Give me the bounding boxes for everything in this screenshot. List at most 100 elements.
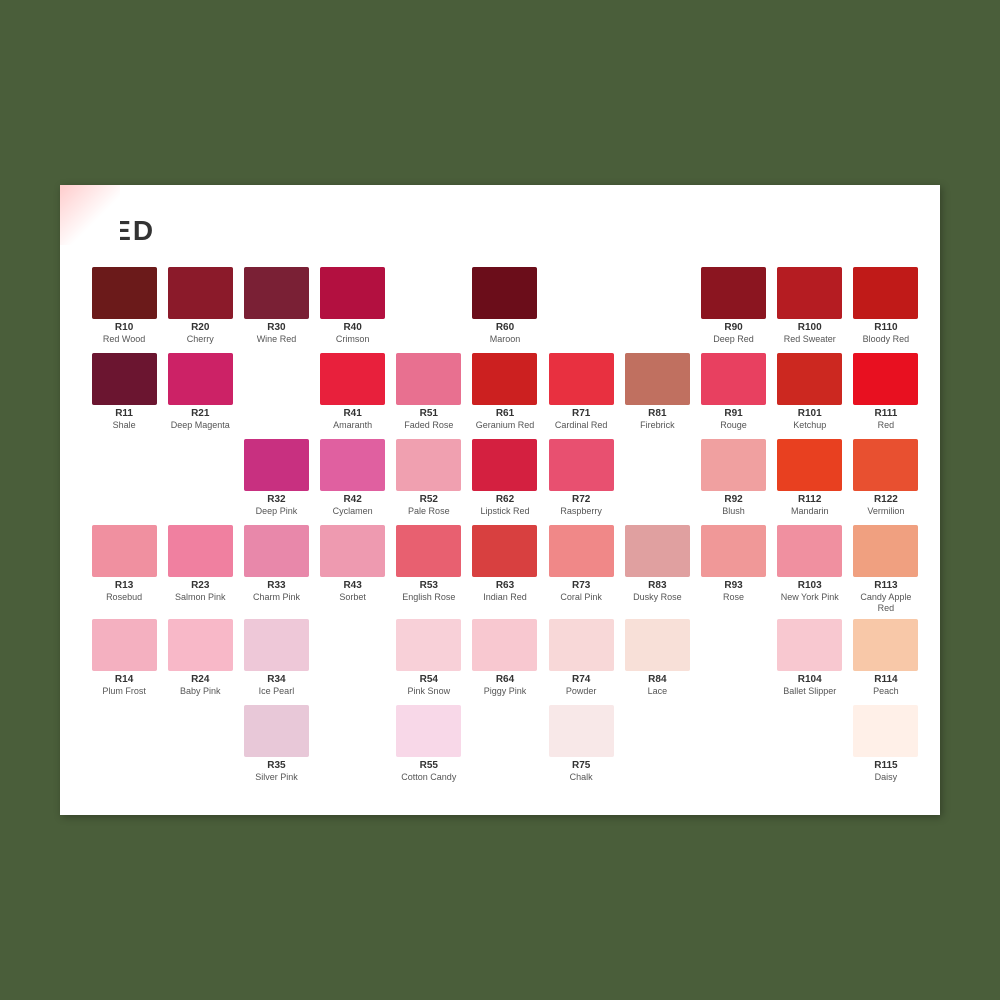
color-name: Ballet Slipper	[783, 686, 836, 697]
color-name: Indian Red	[483, 592, 527, 603]
color-swatch	[320, 353, 385, 405]
color-code: R54	[420, 674, 438, 686]
color-name: Cherry	[187, 334, 214, 345]
color-code: R20	[191, 322, 209, 334]
color-name: Red Sweater	[784, 334, 836, 345]
color-code: R32	[267, 494, 285, 506]
color-cell: R30Wine Red	[242, 267, 310, 345]
color-grid: R10Red WoodR20CherryR30Wine RedR40Crimso…	[90, 267, 920, 786]
color-swatch	[244, 267, 309, 319]
color-name: Lipstick Red	[480, 506, 529, 517]
color-swatch	[168, 353, 233, 405]
color-swatch	[396, 619, 461, 671]
color-name: Rosebud	[106, 592, 142, 603]
color-swatch	[853, 525, 918, 577]
color-cell: R84Lace	[623, 619, 691, 697]
color-name: Daisy	[875, 772, 898, 783]
color-swatch	[396, 525, 461, 577]
color-name: Crimson	[336, 334, 370, 345]
color-name: Red Wood	[103, 334, 145, 345]
color-cell: R75Chalk	[547, 705, 615, 783]
color-code: R81	[648, 408, 666, 420]
color-name: Mandarin	[791, 506, 829, 517]
color-name: Bloody Red	[863, 334, 910, 345]
color-name: Cyclamen	[333, 506, 373, 517]
color-name: Silver Pink	[255, 772, 298, 783]
color-cell	[319, 619, 384, 699]
color-cell: R24Baby Pink	[166, 619, 234, 697]
color-code: R110	[874, 322, 897, 334]
color-code: R61	[496, 408, 514, 420]
color-swatch	[549, 705, 614, 757]
color-name: English Rose	[402, 592, 455, 603]
color-code: R40	[343, 322, 361, 334]
color-code: R92	[724, 494, 742, 506]
color-cell: R34Ice Pearl	[242, 619, 310, 697]
color-code: R91	[724, 408, 742, 420]
color-name: Maroon	[490, 334, 521, 345]
color-cell: R32Deep Pink	[242, 439, 310, 517]
color-name: Coral Pink	[560, 592, 602, 603]
color-cell: R113Candy Apple Red	[852, 525, 920, 614]
color-cell: R91Rouge	[699, 353, 767, 431]
color-swatch	[549, 525, 614, 577]
color-swatch	[168, 619, 233, 671]
color-name: Deep Pink	[256, 506, 298, 517]
color-code: R122	[874, 494, 898, 506]
color-name: Ice Pearl	[259, 686, 295, 697]
color-cell	[319, 705, 384, 785]
color-cell: R33Charm Pink	[242, 525, 310, 603]
color-code: R41	[343, 408, 361, 420]
color-code: R64	[496, 674, 514, 686]
color-code: R73	[572, 580, 590, 592]
color-swatch	[853, 267, 918, 319]
color-code: R62	[496, 494, 514, 506]
color-code: R90	[724, 322, 742, 334]
color-code: R84	[648, 674, 666, 686]
color-swatch	[777, 619, 842, 671]
color-name: Cardinal Red	[555, 420, 608, 431]
color-name: Raspberry	[560, 506, 602, 517]
color-cell: R54Pink Snow	[395, 619, 463, 697]
color-swatch	[777, 267, 842, 319]
color-swatch	[625, 619, 690, 671]
color-swatch	[777, 525, 842, 577]
color-name: Cotton Candy	[401, 772, 456, 783]
color-cell: R104Ballet Slipper	[776, 619, 844, 697]
color-cell: R63Indian Red	[471, 525, 539, 603]
color-cell: R23Salmon Pink	[166, 525, 234, 603]
color-name: Chalk	[570, 772, 593, 783]
color-cell: R14Plum Frost	[90, 619, 158, 697]
color-cell	[623, 439, 688, 519]
color-code: R75	[572, 760, 590, 772]
color-swatch	[168, 267, 233, 319]
color-swatch	[701, 267, 766, 319]
color-cell	[166, 705, 231, 785]
color-name: Piggy Pink	[484, 686, 527, 697]
color-cell: R72Raspberry	[547, 439, 615, 517]
color-cell: R110Bloody Red	[852, 267, 920, 345]
page-title: RED	[90, 215, 920, 247]
color-swatch	[244, 439, 309, 491]
color-code: R51	[420, 408, 438, 420]
color-code: R115	[874, 760, 897, 772]
color-swatch	[853, 439, 918, 491]
color-cell: R60Maroon	[471, 267, 539, 345]
color-code: R60	[496, 322, 514, 334]
color-cell: R40Crimson	[319, 267, 387, 345]
color-code: R114	[874, 674, 897, 686]
color-cell: R11Shale	[90, 353, 158, 431]
color-cell	[776, 705, 841, 785]
color-cell: R112Mandarin	[776, 439, 844, 517]
color-swatch	[549, 439, 614, 491]
color-code: R35	[267, 760, 285, 772]
color-swatch	[472, 439, 537, 491]
color-cell: R43Sorbet	[319, 525, 387, 603]
color-name: Baby Pink	[180, 686, 221, 697]
color-name: Peach	[873, 686, 899, 697]
color-cell: R64Piggy Pink	[471, 619, 539, 697]
color-swatch	[701, 525, 766, 577]
color-swatch	[320, 525, 385, 577]
color-swatch	[701, 439, 766, 491]
color-cell	[242, 353, 307, 433]
